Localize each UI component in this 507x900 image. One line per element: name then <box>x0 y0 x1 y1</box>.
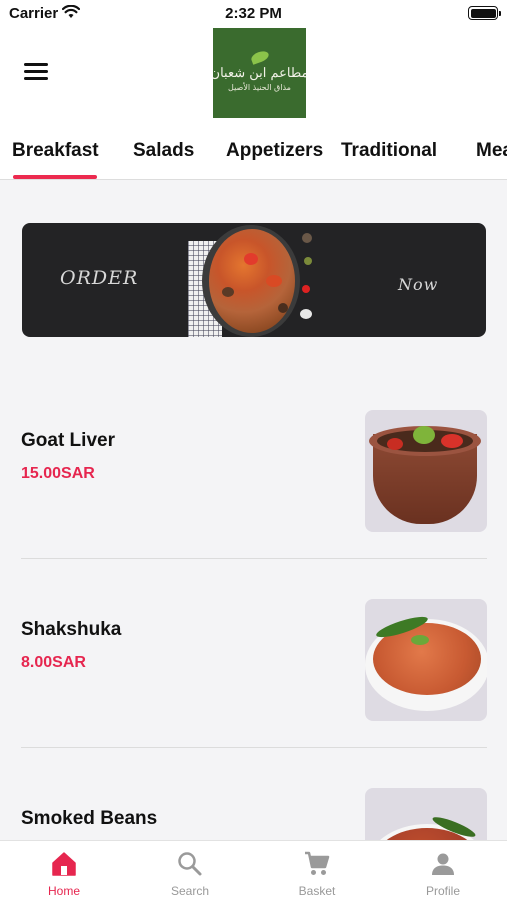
nav-home[interactable]: Home <box>1 841 127 900</box>
banner-order-text: ORDER <box>60 267 139 289</box>
hamburger-menu-icon[interactable] <box>24 63 48 81</box>
search-icon <box>178 852 202 876</box>
dish-name: Goat Liver <box>21 430 115 451</box>
promo-banner[interactable]: ORDER Now <box>22 223 486 337</box>
list-divider <box>21 558 487 559</box>
dish-name: Shakshuka <box>21 619 122 640</box>
person-icon <box>432 853 454 875</box>
status-time: 2:32 PM <box>225 5 282 22</box>
dish-item-shakshuka[interactable]: Shakshuka 8.00SAR <box>21 599 487 721</box>
nav-home-label: Home <box>47 884 80 898</box>
nav-basket[interactable]: Basket <box>254 841 380 900</box>
tab-meals[interactable]: Mea <box>476 140 507 162</box>
dish-price: 8.00SAR <box>21 654 86 671</box>
dish-image <box>365 599 487 721</box>
battery-icon <box>468 6 501 20</box>
banner-now-text: Now <box>398 275 439 294</box>
dish-item-goat-liver[interactable]: Goat Liver 15.00SAR <box>21 410 487 532</box>
list-divider <box>21 747 487 748</box>
category-tabs: Breakfast Salads Appetizers Traditional … <box>0 126 507 180</box>
tab-breakfast[interactable]: Breakfast <box>12 140 99 162</box>
restaurant-logo: مطاعم ابن شعبان مذاق الحنيذ الأصيل <box>213 28 306 118</box>
app-header: مطاعم ابن شعبان مذاق الحنيذ الأصيل <box>0 28 507 126</box>
tab-traditional[interactable]: Traditional <box>341 140 437 162</box>
nav-profile-label: Profile <box>425 884 460 898</box>
banner-food-image <box>209 229 295 333</box>
dish-image <box>365 410 487 532</box>
nav-search[interactable]: Search <box>127 841 253 900</box>
nav-basket-label: Basket <box>298 884 336 898</box>
cart-icon <box>305 851 330 875</box>
active-tab-indicator <box>13 175 97 179</box>
home-icon <box>52 852 76 876</box>
tab-appetizers[interactable]: Appetizers <box>226 140 323 162</box>
tab-salads[interactable]: Salads <box>133 140 194 162</box>
nav-profile[interactable]: Profile <box>380 841 506 900</box>
dish-price: 15.00SAR <box>21 465 95 482</box>
bottom-tab-bar: Home Search Basket Profile <box>0 840 507 900</box>
nav-search-label: Search <box>170 884 210 898</box>
dish-name: Smoked Beans <box>21 808 158 829</box>
status-bar: Carrier 2:32 PM <box>0 0 507 28</box>
